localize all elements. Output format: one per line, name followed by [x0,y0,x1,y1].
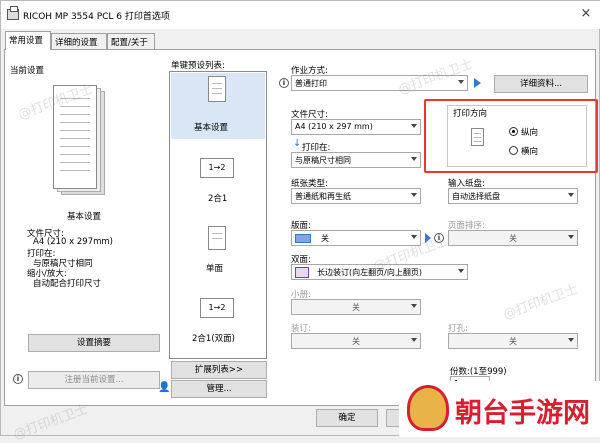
booklet-select[interactable]: 关 [291,299,421,315]
manage-button[interactable]: 管理... [171,380,267,398]
current-settings-heading: 当前设置 [10,66,45,76]
select-value: 普通纸和再生纸 [295,192,351,201]
scrollbar[interactable] [278,67,290,404]
input-tray-select[interactable]: 自动选择纸盘 [448,188,578,204]
site-badge: 朝台手游网 [399,381,600,437]
down-arrow-icon: ↓ [293,138,302,149]
select-value: 关 [352,337,360,346]
2in1-icon: 1→2 [200,158,234,178]
summary-line: A4 (210 x 297mm) [33,237,113,247]
current-preset-caption: 基本设置 [67,212,102,222]
printer-icon [7,6,19,20]
preset-label: 2合1(双面) [192,334,235,344]
ok-button[interactable]: 确定 [316,409,378,427]
select-value: 长边装订(向左翻页/向上翻页) [317,268,422,277]
select-value: 与原稿尺寸相同 [295,156,351,165]
play-arrow-icon [474,78,481,88]
print-preferences-window: RICOH MP 3554 PCL 6 打印首选项 × 常用设置 详细的设置 配… [0,0,600,443]
select-value: A4 (210 x 297 mm) [295,122,373,131]
window-title: RICOH MP 3554 PCL 6 打印首选项 [23,12,170,22]
select-value: 关 [321,234,329,243]
preset-label: 单面 [206,264,224,274]
expand-list-button[interactable]: 扩展列表>> [171,361,267,379]
tab-detailed[interactable]: 详细的设置 [51,33,107,49]
select-value: 普通打印 [295,79,327,88]
close-button[interactable]: × [577,5,595,23]
print-on-select[interactable]: 与原稿尺寸相同 [291,152,421,168]
user-icon: 👤 [158,382,171,393]
select-value: 关 [509,337,517,346]
paper-type-select[interactable]: 普通纸和再生纸 [291,188,421,204]
info-icon: i [13,374,23,384]
tab-common[interactable]: 常用设置 [5,31,51,50]
details-button[interactable]: 详细资料... [494,75,588,93]
punch-select[interactable]: 关 [448,333,578,349]
select-value: 关 [509,234,517,243]
layout-select[interactable]: 关 [291,230,421,246]
preset-list-heading: 单键预设列表: [171,61,225,71]
duplex-icon [295,267,309,278]
preset-label: 基本设置 [194,123,229,133]
layout-icon [295,234,311,243]
tab-config[interactable]: 配置/关于 [107,33,155,49]
preset-list[interactable]: 基本设置 1→2 2合1 单面 1→2 2合1(双面) [169,71,267,359]
info-icon: i [279,78,289,88]
hand-logo-icon [407,385,449,431]
highlight-box [424,99,598,173]
select-value: 自动选择纸盘 [452,192,500,201]
2in1-duplex-icon: 1→2 [200,298,234,318]
summary-line: 自动配合打印尺寸 [33,279,102,289]
title-bar: RICOH MP 3554 PCL 6 打印首选项 × [1,1,600,29]
paper-size-select[interactable]: A4 (210 x 297 mm) [291,119,421,135]
select-value: 关 [352,303,360,312]
staple-select[interactable]: 关 [291,333,421,349]
badge-text: 朝台手游网 [455,398,590,429]
settings-summary-button[interactable]: 设置摘要 [28,334,160,352]
page-sort-select[interactable]: 关 [448,230,578,246]
preset-label: 2合1 [208,194,228,204]
register-settings-button[interactable]: 注册当前设置... [28,371,160,389]
